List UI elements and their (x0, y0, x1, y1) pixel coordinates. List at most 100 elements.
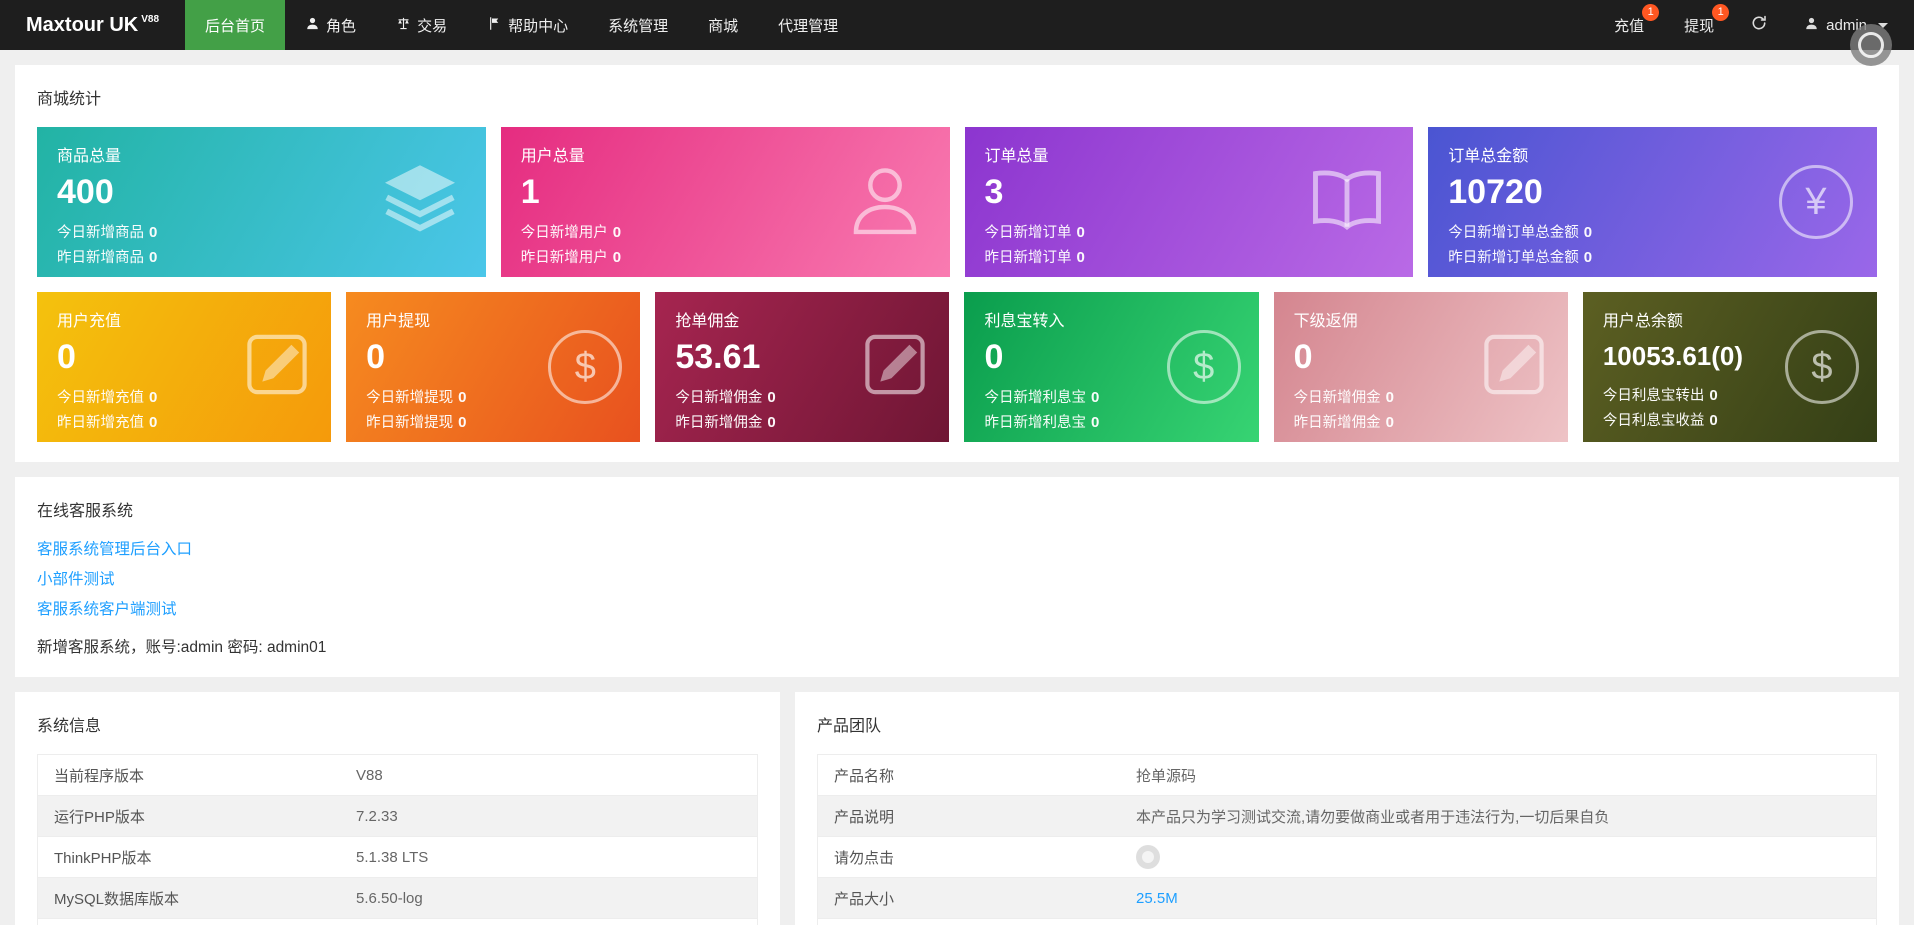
stat-card-interest-in: 利息宝转入 0 今日新增利息宝 0 昨日新增利息宝 0 $ (964, 292, 1259, 442)
row-value: 5.6.50-log (340, 877, 758, 919)
nav-item-home[interactable]: 后台首页 (185, 0, 286, 50)
row-label: 产品大小 (817, 877, 1120, 919)
line-label: 今日新增商品 (57, 225, 144, 241)
section-title-system-info: 系统信息 (37, 718, 102, 735)
database-link[interactable]: mysql (1120, 918, 1877, 925)
user-icon (844, 159, 926, 246)
nav-item-label: 商城 (708, 17, 739, 35)
nav-item-agent[interactable]: 代理管理 (758, 0, 858, 50)
stat-title: 用户提现 (366, 313, 431, 330)
withdraw-badge: 1 (1712, 4, 1730, 21)
line-label: 昨日新增佣金 (1293, 415, 1381, 431)
table-row: ThinkPHP版本 5.1.38 LTS (37, 836, 758, 878)
nav-item-system[interactable]: 系统管理 (588, 0, 688, 50)
user-icon (1804, 16, 1819, 35)
row-label: 数据库 (817, 918, 1120, 925)
row-label: 当前程序版本 (37, 754, 340, 796)
withdraw-label: 提现 (1684, 17, 1715, 35)
row-label: 请勿点击 (817, 836, 1120, 878)
stat-card-sub-commission: 下级返佣 0 今日新增佣金 0 昨日新增佣金 0 (1273, 292, 1568, 442)
service-admin-entry-link[interactable]: 客服系统管理后台入口 (37, 537, 1877, 559)
nav-item-label: 角色 (326, 17, 357, 35)
stat-card-order-amount: 订单总金额 10720 今日新增订单总金额 0 昨日新增订单总金额 0 ¥ (1428, 127, 1877, 277)
line-label: 今日新增订单 (984, 225, 1072, 241)
table-row: 当前程序版本 V88 (37, 754, 758, 796)
line-label: 昨日新增商品 (57, 250, 144, 266)
row-value: 5.1.38 LTS (340, 836, 758, 878)
table-row: 产品名称 抢单源码 (817, 754, 1877, 796)
row-label: MySQL数据库版本 (37, 877, 340, 919)
stat-line-yesterday: 昨日新增提现 0 (366, 411, 620, 432)
line-value: 0 (149, 224, 158, 241)
nav-item-help[interactable]: 帮助中心 (467, 0, 588, 50)
line-label: 今日新增用户 (520, 225, 608, 241)
line-value: 0 (1076, 249, 1085, 266)
line-label: 今日新增佣金 (1293, 390, 1381, 406)
line-label: 今日新增提现 (366, 390, 454, 406)
stat-card-products-total: 商品总量 400 今日新增商品 0 昨日新增商品 0 (37, 127, 486, 277)
row-value-icon (1120, 836, 1877, 878)
stat-line-yesterday: 昨日新增佣金 0 (675, 411, 929, 432)
line-value: 0 (149, 414, 158, 431)
section-title-service: 在线客服系统 (37, 503, 134, 520)
nav-item-roles[interactable]: 角色 (285, 0, 376, 50)
stat-card-users-total: 用户总量 1 今日新增用户 0 昨日新增用户 0 (500, 127, 950, 277)
line-value: 0 (458, 414, 467, 431)
chat-widget-button[interactable] (1850, 24, 1892, 66)
system-info-table: 当前程序版本 V88 运行PHP版本 7.2.33 ThinkPHP版本 5.1… (37, 754, 758, 925)
stat-title: 抢单佣金 (675, 313, 740, 330)
pen-icon (241, 329, 313, 406)
line-label: 昨日新增提现 (366, 415, 454, 431)
stat-title: 下级返佣 (1293, 313, 1358, 330)
stat-card-orders-total: 订单总量 3 今日新增订单 0 昨日新增订单 0 (964, 127, 1414, 277)
product-team-panel: 产品团队 产品名称 抢单源码 产品说明 本产品只为学习测试交流,请勿要做商业或者… (795, 692, 1899, 925)
line-label: 今日利息宝收益 (1602, 413, 1705, 429)
scales-icon (396, 16, 411, 35)
recharge-button[interactable]: 充值 1 (1594, 0, 1664, 50)
line-value: 0 (149, 389, 158, 406)
stat-card-user-withdraw: 用户提现 0 今日新增提现 0 昨日新增提现 0 $ (346, 292, 641, 442)
widget-test-link[interactable]: 小部件测试 (37, 567, 1877, 589)
top-navbar: Maxtour UK V88 后台首页 角色 交易 帮助中心 系统管理 商城 代理… (0, 0, 1914, 50)
line-value: 0 (767, 389, 776, 406)
withdraw-button[interactable]: 提现 1 (1664, 0, 1734, 50)
book-icon (1305, 158, 1389, 247)
line-value: 0 (1385, 389, 1394, 406)
yen-icon: ¥ (1779, 165, 1853, 239)
stat-line-yesterday: 昨日新增商品 0 (57, 246, 466, 267)
nav-item-mall[interactable]: 商城 (688, 0, 758, 50)
pen-icon (859, 329, 931, 406)
dollar-icon: $ (548, 330, 623, 404)
line-value: 0 (1709, 412, 1718, 429)
stat-card-user-recharge: 用户充值 0 今日新增充值 0 昨日新增充值 0 (37, 292, 332, 442)
line-label: 今日利息宝转出 (1602, 388, 1705, 404)
line-label: 昨日新增佣金 (675, 415, 763, 431)
small-stat-cards-row: 用户充值 0 今日新增充值 0 昨日新增充值 0 用户提现 0 今日新增提现 0 昨日… (37, 292, 1877, 442)
nav-item-trade[interactable]: 交易 (376, 0, 467, 50)
table-row: 请勿点击 (817, 836, 1877, 878)
refresh-button[interactable] (1734, 0, 1784, 50)
line-value: 0 (1583, 249, 1593, 266)
line-value: 0 (612, 224, 622, 241)
client-test-link[interactable]: 客服系统客户端测试 (37, 597, 1877, 619)
row-label: 产品名称 (817, 754, 1120, 796)
line-value: 0 (149, 249, 158, 266)
line-value: 0 (1076, 224, 1085, 241)
row-value: V88 (340, 754, 758, 796)
stat-line-yesterday: 昨日新增订单 0 (985, 246, 1394, 267)
contact-icon[interactable] (1136, 845, 1160, 869)
row-value: 本产品只为学习测试交流,请勿要做商业或者用于违法行为,一切后果自负 (1120, 795, 1877, 837)
line-value: 0 (458, 389, 467, 406)
product-size-link[interactable]: 25.5M (1120, 877, 1877, 919)
row-label: 产品说明 (817, 795, 1120, 837)
stat-title: 用户总余额 (1602, 313, 1683, 330)
line-value: 0 (612, 249, 622, 266)
service-account-note: 新增客服系统，账号:admin 密码: admin01 (37, 639, 327, 656)
stat-line-yesterday: 今日利息宝收益 0 (1603, 409, 1857, 430)
brand-logo: Maxtour UK V88 (0, 0, 185, 50)
stat-title: 利息宝转入 (984, 313, 1065, 330)
table-row: 服务器操作系统 Linux (37, 918, 758, 925)
big-stat-cards-row: 商品总量 400 今日新增商品 0 昨日新增商品 0 用户总量 1 今日新增用户 0 … (37, 127, 1877, 277)
table-row: 数据库 mysql (817, 918, 1877, 925)
row-label: ThinkPHP版本 (37, 836, 340, 878)
